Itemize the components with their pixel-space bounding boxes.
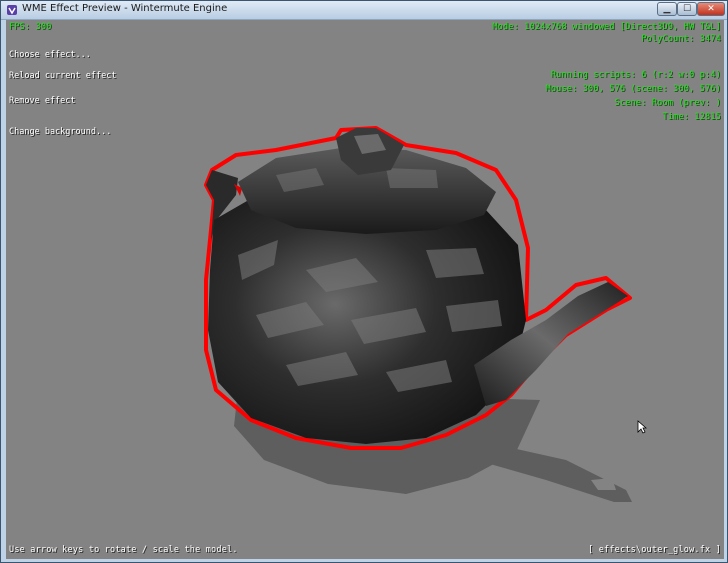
change-background-button[interactable]: Change background...: [9, 127, 111, 137]
remove-effect-button[interactable]: Remove effect: [9, 96, 76, 106]
maximize-icon: ☐: [682, 4, 692, 14]
app-window: WME Effect Preview - Wintermute Engine ▁…: [0, 0, 728, 563]
fps-readout: FPS: 300: [9, 22, 52, 32]
scene-readout: Scene: Room (prev: ): [614, 98, 721, 108]
mouse-readout: Mouse: 300, 576 (scene: 300, 576): [545, 84, 721, 94]
close-icon: ✕: [707, 4, 715, 14]
effect-path: [ effects\outer_glow.fx ]: [588, 545, 721, 555]
window-title: WME Effect Preview - Wintermute Engine: [22, 3, 228, 14]
title-bar[interactable]: WME Effect Preview - Wintermute Engine ▁…: [1, 1, 727, 20]
mode-readout: Mode: 1024x768 windowed [Direct3D9, HW T…: [492, 22, 721, 32]
mouse-cursor-icon: [637, 420, 647, 434]
maximize-button[interactable]: ☐: [677, 2, 697, 16]
minimize-button[interactable]: ▁: [657, 2, 677, 16]
controls-hint: Use arrow keys to rotate / scale the mod…: [9, 545, 238, 555]
render-viewport[interactable]: FPS: 300 Choose effect... Reload current…: [6, 20, 724, 559]
polycount-readout: PolyCount: 3474: [641, 34, 721, 44]
choose-effect-button[interactable]: Choose effect...: [9, 50, 91, 60]
time-readout: Time: 12815: [662, 112, 721, 122]
close-button[interactable]: ✕: [697, 2, 725, 16]
minimize-icon: ▁: [663, 4, 671, 14]
app-icon: [7, 5, 17, 15]
running-scripts-readout: Running scripts: 6 (r:2 w:0 p:4): [550, 70, 721, 80]
reload-effect-button[interactable]: Reload current effect: [9, 71, 116, 81]
